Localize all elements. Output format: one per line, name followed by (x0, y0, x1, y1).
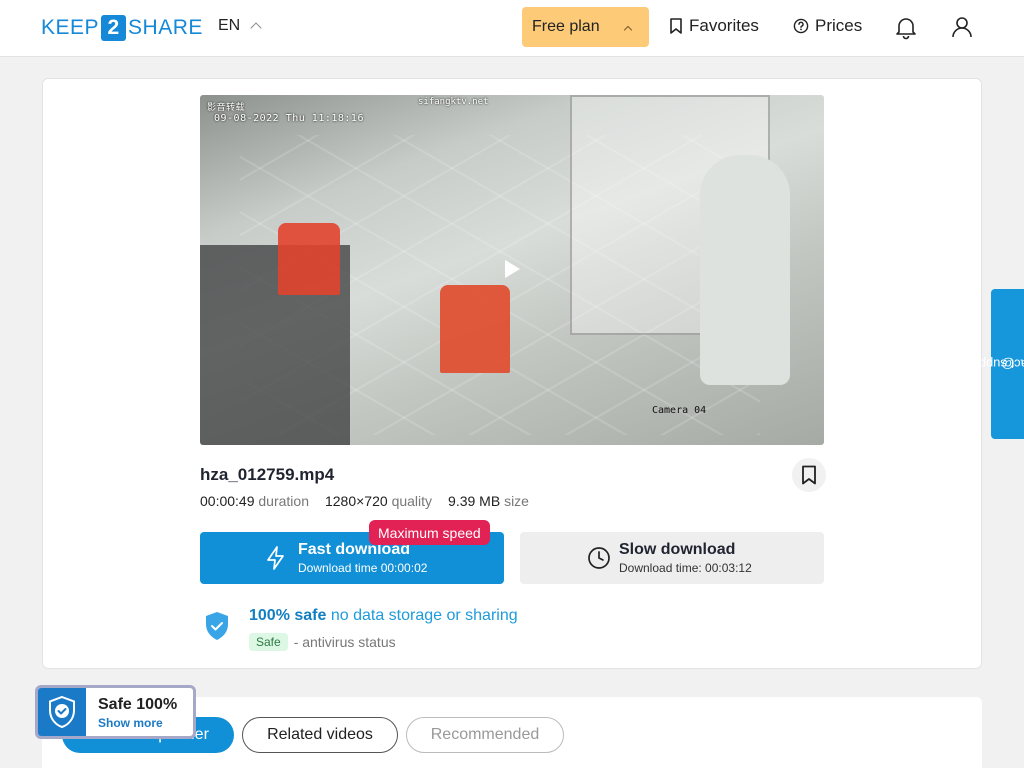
language-label: EN (218, 17, 241, 34)
chevron-up-icon (250, 22, 262, 34)
file-meta: 00:00:49 duration 1280×720 quality 9.39 … (200, 493, 529, 509)
play-icon[interactable] (505, 260, 520, 278)
user-icon (952, 17, 972, 38)
max-speed-badge: Maximum speed (369, 520, 490, 545)
slow-download-time: Download time: 00:03:12 (619, 561, 752, 575)
safe-statement: 100% safe no data storage or sharing (249, 607, 518, 625)
logo-text-mid: 2 (101, 15, 127, 41)
bookmark-icon (670, 18, 682, 34)
plan-label: Free plan (532, 18, 600, 35)
prices-link[interactable]: Prices (793, 16, 862, 36)
language-selector[interactable]: EN (218, 17, 262, 35)
favorites-label: Favorites (689, 16, 759, 35)
chevron-up-icon (623, 25, 633, 35)
antivirus-status-label: - antivirus status (293, 634, 396, 650)
keep2share-logo[interactable]: KEEP 2 SHARE (41, 15, 203, 41)
fast-download-time: Download time 00:00:02 (298, 561, 428, 575)
tab-recommended[interactable]: Recommended (406, 717, 564, 753)
slow-download-button[interactable]: Slow download Download time: 00:03:12 (520, 532, 824, 584)
safe-widget-title: Safe 100% (98, 696, 178, 713)
video-overlay-camera: Camera 04 (652, 405, 707, 416)
bookmark-icon (802, 465, 816, 485)
video-overlay-site: sifangktv.net (418, 97, 489, 107)
clock-icon (588, 547, 610, 569)
file-card: 影音转载 09-08-2022 Thu 11:18:16 sifangktv.n… (42, 78, 982, 669)
free-plan-button[interactable]: Free plan (522, 7, 649, 47)
lightning-icon (267, 546, 284, 570)
bell-icon (896, 18, 916, 40)
video-overlay-timestamp: 影音转载 09-08-2022 Thu 11:18:16 (207, 103, 364, 124)
file-duration: 00:00:49 duration (200, 493, 309, 509)
favorites-link[interactable]: Favorites (669, 16, 759, 36)
show-more-link[interactable]: Show more (98, 716, 163, 730)
contact-support-label: contact support (963, 356, 1024, 372)
video-player[interactable]: 影音转载 09-08-2022 Thu 11:18:16 sifangktv.n… (200, 95, 824, 445)
safe-widget-badge (38, 688, 86, 736)
account-button[interactable] (949, 14, 975, 40)
contact-support-button[interactable]: @ contact support (963, 289, 1024, 439)
file-quality: 1280×720 quality (324, 493, 433, 509)
safe-strong: 100% safe (249, 607, 327, 624)
logo-text-right: SHARE (128, 16, 203, 39)
video-overlay-time: 09-08-2022 Thu 11:18:16 (214, 113, 364, 124)
help-circle-icon (793, 18, 809, 34)
video-frame-person (700, 155, 790, 385)
video-frame-stool (440, 285, 510, 373)
prices-label: Prices (815, 16, 863, 35)
shield-check-icon (206, 612, 228, 640)
video-overlay-top: 影音转载 (207, 103, 246, 113)
logo-text-left: KEEP (41, 16, 100, 39)
add-favorite-button[interactable] (792, 458, 826, 492)
shield-check-icon (49, 695, 75, 729)
safe-widget[interactable]: Safe 100% Show more (35, 685, 196, 739)
notifications-button[interactable] (893, 14, 919, 40)
top-header: KEEP 2 SHARE EN Free plan Favorites Pric… (0, 0, 1024, 57)
safe-soft: no data storage or sharing (330, 607, 518, 624)
video-frame-stool (278, 223, 340, 295)
file-name: hza_012759.mp4 (200, 465, 335, 484)
file-size: 9.39 MB size (448, 493, 529, 509)
safe-tag: Safe (249, 633, 288, 651)
antivirus-status: Safe - antivirus status (249, 633, 396, 651)
tab-related-videos[interactable]: Related videos (242, 717, 398, 753)
slow-download-title: Slow download (619, 541, 736, 558)
